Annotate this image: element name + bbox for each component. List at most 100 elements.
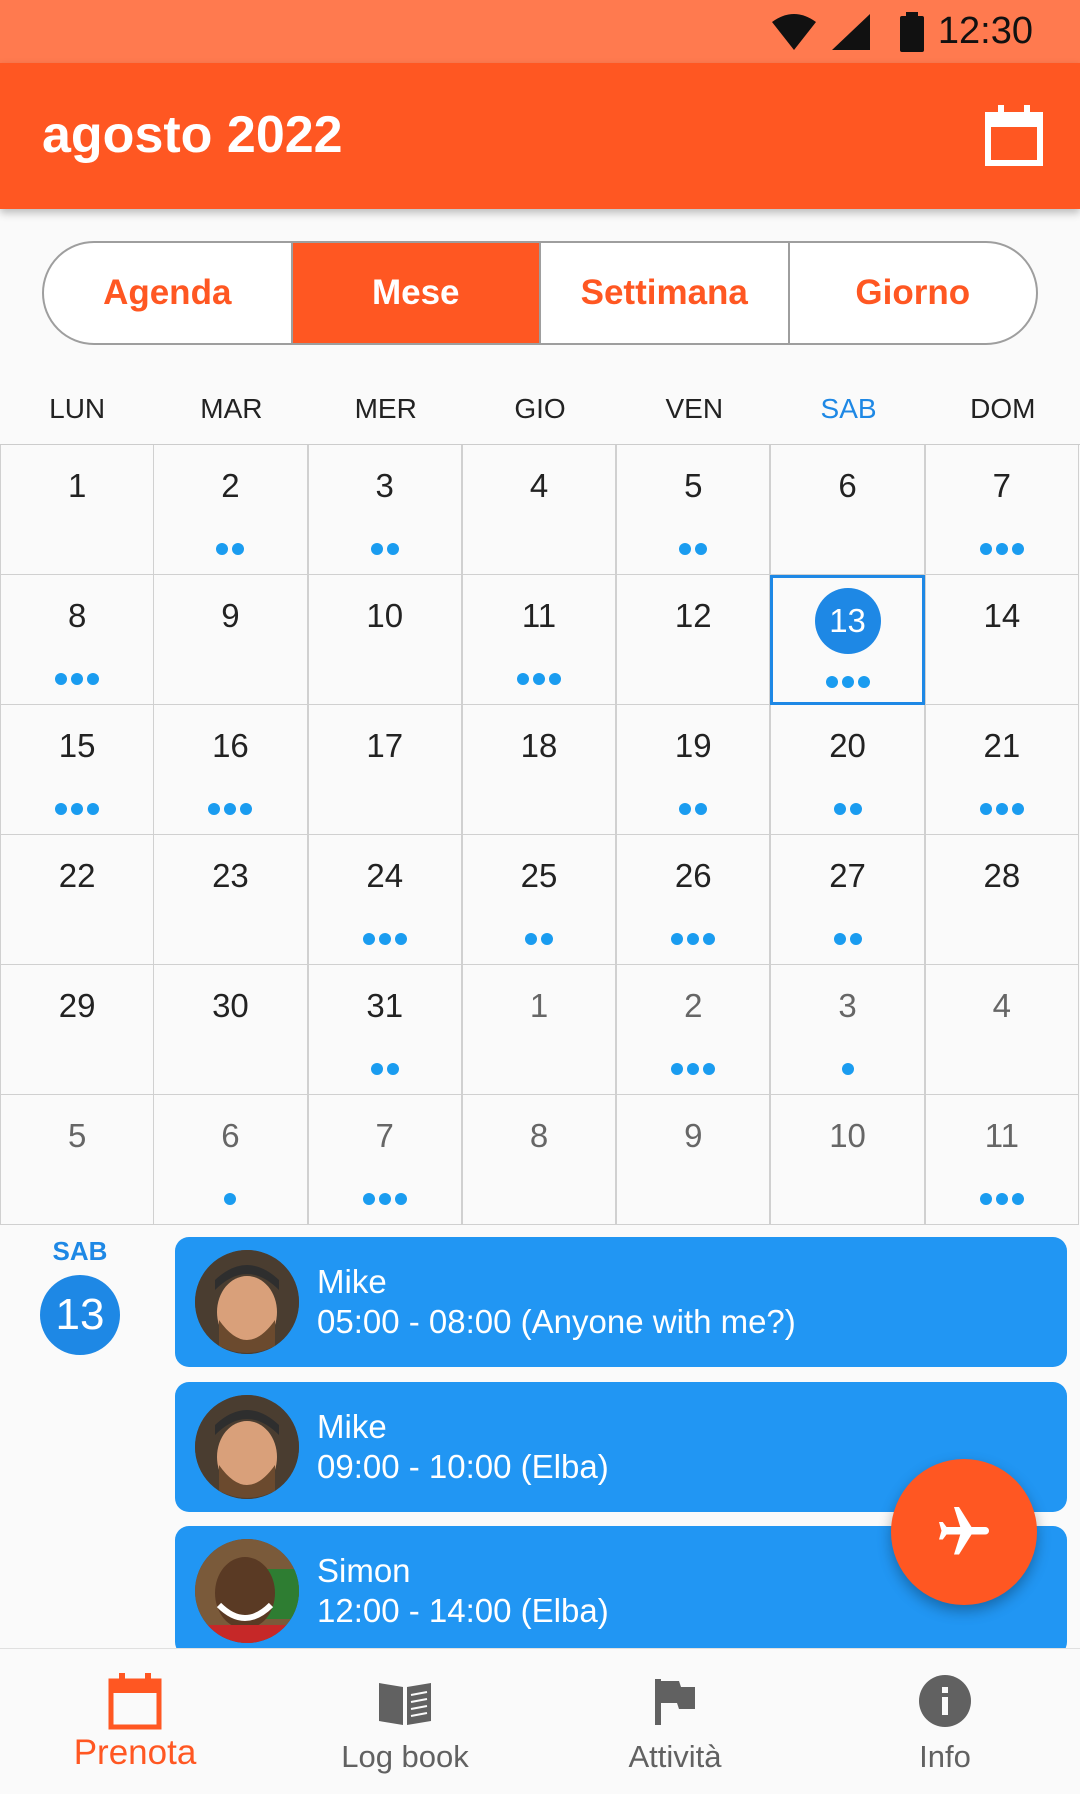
calendar-day[interactable]: 23 [153,835,308,965]
event-dots [617,542,769,556]
calendar-day[interactable]: 31 [307,965,462,1095]
event-dot [841,676,854,688]
view-switcher: Agenda Mese Settimana Giorno [42,241,1038,345]
calendar-day[interactable]: 9 [616,1095,771,1225]
calendar-day-selected[interactable]: 13 [770,575,925,705]
calendar-day[interactable]: 25 [461,835,617,965]
calendar-day[interactable]: 21 [924,705,1079,835]
event-dots [771,1062,923,1076]
calendar-day[interactable]: 17 [307,705,462,835]
calendar-day[interactable]: 28 [924,835,1079,965]
calendar-day[interactable]: 27 [770,835,925,965]
calendar-day[interactable]: 7 [924,445,1079,575]
event-name: Simon [317,1552,411,1589]
calendar-day[interactable]: 15 [0,705,155,835]
weekday-label: GIO [514,393,566,424]
weekday-label: MER [354,393,417,424]
event-dots [154,1192,306,1206]
calendar-day[interactable]: 5 [0,1095,155,1225]
tab-agenda[interactable]: Agenda [44,243,293,343]
calendar-day[interactable]: 26 [616,835,771,965]
event-dot [857,676,870,688]
calendar-day[interactable]: 1 [461,965,617,1095]
flag-icon [655,1679,695,1725]
event-dots [463,542,615,556]
event-dot [825,676,838,688]
event-dots [309,932,461,946]
calendar-day[interactable]: 11 [924,1095,1079,1225]
day-number: 12 [674,597,712,634]
nav-label: Info [919,1739,971,1774]
calendar-day[interactable]: 5 [616,445,771,575]
day-number: 5 [684,467,703,504]
event-time: 05:00 - 08:00 (Anyone with me?) [317,1303,796,1340]
info-icon [919,1675,971,1727]
calendar-day[interactable]: 29 [0,965,155,1095]
calendar-day[interactable]: 14 [924,575,1079,705]
avatar [195,1395,299,1499]
event-dots [926,802,1078,816]
day-number: 17 [366,727,404,764]
calendar-day[interactable]: 24 [307,835,462,965]
event-dots [771,802,923,816]
calendar-day[interactable]: 4 [924,965,1079,1095]
day-number: 3 [838,987,857,1024]
event-dot [532,673,545,685]
calendar-icon[interactable] [984,103,1044,167]
event-dot [55,803,68,815]
day-number: 13 [773,588,921,654]
calendar-day[interactable]: 10 [307,575,462,705]
nav-item-attivita[interactable]: Attività [540,1649,810,1794]
calendar-day[interactable]: 22 [0,835,155,965]
calendar-icon [108,1673,162,1730]
calendar-day[interactable]: 1 [0,445,155,575]
weekday-label: DOM [970,393,1036,424]
calendar-day[interactable]: 18 [461,705,617,835]
event-dots [617,672,769,686]
tab-giorno[interactable]: Giorno [790,243,1037,343]
day-number: 29 [58,987,96,1024]
calendar-day[interactable]: 2 [153,445,308,575]
weekday-label: VEN [665,393,724,424]
calendar-day[interactable]: 30 [153,965,308,1095]
event-dots [771,932,923,946]
fab-airplane-button[interactable] [891,1459,1037,1605]
calendar-day[interactable]: 11 [461,575,617,705]
wifi-icon [772,14,816,50]
event-card[interactable]: Mike 05:00 - 08:00 (Anyone with me?) [175,1237,1067,1367]
calendar-day[interactable]: 9 [153,575,308,705]
calendar-day[interactable]: 16 [153,705,308,835]
calendar-day[interactable]: 3 [307,445,462,575]
calendar-day[interactable]: 7 [307,1095,462,1225]
event-dots [926,542,1078,556]
calendar-day[interactable]: 8 [461,1095,617,1225]
calendar-day[interactable]: 6 [153,1095,308,1225]
calendar-day[interactable]: 8 [0,575,155,705]
nav-item-prenota[interactable]: Prenota [0,1649,270,1794]
event-dots [773,675,921,689]
nav-item-info[interactable]: Info [810,1649,1080,1794]
event-dot [979,803,992,815]
event-dots [463,1192,615,1206]
event-name: Mike [317,1263,387,1300]
calendar-day[interactable]: 10 [770,1095,925,1225]
event-dot [87,803,100,815]
calendar-day[interactable]: 12 [616,575,771,705]
nav-item-log-book[interactable]: Log book [270,1649,540,1794]
calendar-day[interactable]: 4 [461,445,617,575]
event-dot [378,933,391,945]
nav-label: Prenota [73,1733,197,1772]
event-dots [926,932,1078,946]
app-screen: 12:30 agosto 2022 Agenda Mese Settimana … [0,0,1080,1794]
event-dots [309,672,461,686]
event-dot [703,933,716,945]
tab-settimana[interactable]: Settimana [541,243,790,343]
day-number: 20 [829,727,866,764]
calendar-day[interactable]: 20 [770,705,925,835]
calendar-day[interactable]: 6 [770,445,925,575]
calendar-day[interactable]: 2 [616,965,771,1095]
event-dot [548,673,561,685]
calendar-day[interactable]: 19 [616,705,771,835]
tab-mese[interactable]: Mese [292,243,541,343]
calendar-day[interactable]: 3 [770,965,925,1095]
